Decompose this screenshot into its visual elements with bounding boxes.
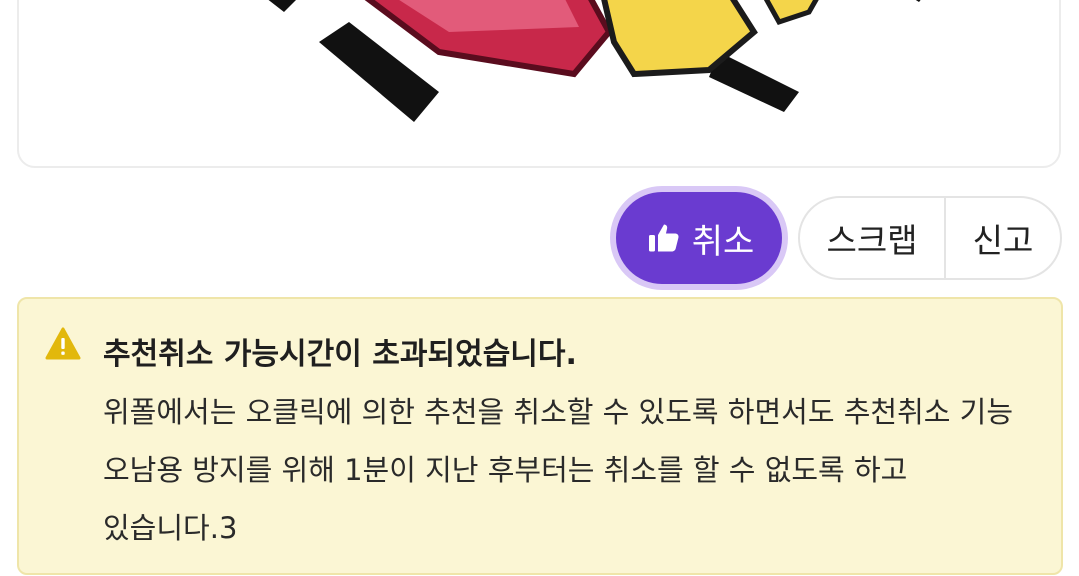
post-image-illustration — [268, 0, 921, 122]
illustration-strap-right-top — [915, 0, 921, 2]
scrap-button[interactable]: 스크랩 — [800, 198, 946, 278]
notice-body: 위폴에서는 오클릭에 의한 추천을 취소할 수 있도록 하면서도 추천취소 기능… — [103, 395, 1014, 545]
warning-triangle-icon — [45, 327, 81, 361]
notice-box: 추천취소 가능시간이 초과되었습니다. 위폴에서는 오클릭에 의한 추천을 취소… — [17, 297, 1063, 575]
thumbs-up-icon — [644, 218, 684, 258]
scrap-report-group: 스크랩 신고 — [798, 196, 1062, 280]
notice-title: 추천취소 가능시간이 초과되었습니다. — [103, 337, 577, 372]
illustration-yellow-shape-right — [763, 0, 819, 26]
illustration-strap-left — [268, 0, 296, 12]
recommend-cancel-label: 취소 — [691, 221, 755, 262]
post-image-card — [17, 0, 1061, 168]
report-button[interactable]: 신고 — [946, 198, 1060, 278]
recommend-cancel-button[interactable]: 취소 — [616, 192, 782, 284]
post-actions: 취소 스크랩 신고 — [616, 192, 1062, 284]
